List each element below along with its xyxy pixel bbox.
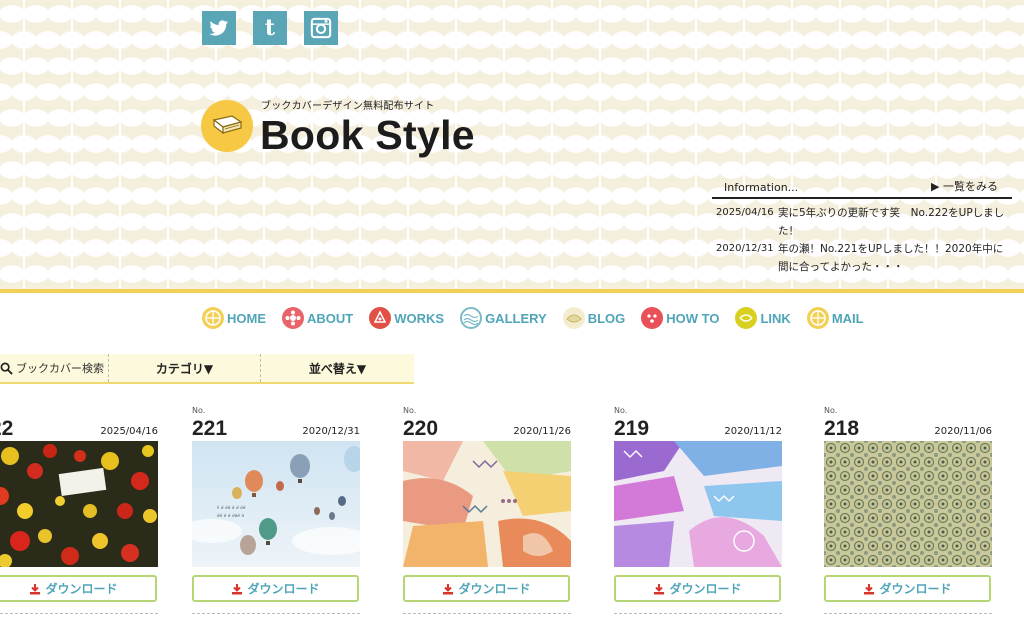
header-border (0, 289, 1024, 293)
nav-mail-label: MAIL (831, 310, 864, 326)
cover-card: No. 219 2020/11/12 ダウンロード (614, 406, 782, 614)
main-nav: HOME ABOUT WORKS GALLERY BLOG HOW TO LIN… (202, 307, 880, 329)
card-no-label (0, 406, 158, 416)
cover-thumbnail[interactable] (403, 441, 571, 567)
download-icon (443, 583, 454, 594)
works-icon (369, 307, 392, 329)
svg-text:∂∂ ∂ ∂ ∂∂∂ ∂: ∂∂ ∂ ∂ ∂∂∂ ∂ (217, 513, 244, 519)
blog-icon (562, 307, 585, 329)
card-date: 2020/11/12 (724, 426, 782, 437)
cover-thumbnail[interactable] (614, 441, 782, 567)
mail-icon (806, 307, 829, 329)
instagram-icon[interactable] (304, 11, 338, 45)
download-button[interactable]: ダウンロード (0, 575, 157, 602)
information-box: Information... ▶ 一覧をみる 2025/04/16 実に5年ぶり… (712, 178, 1012, 276)
information-item[interactable]: 2020/12/31 年の瀬！No.221をUPしました！！2020年中に間に合… (712, 240, 1012, 276)
nav-howto-label: HOW TO (666, 310, 720, 326)
nav-about-label: ABOUT (307, 310, 354, 326)
cover-card: No. 218 2020/11/06 ダウンロード (824, 406, 992, 614)
nav-home[interactable]: HOME (202, 307, 266, 329)
howto-icon (641, 307, 664, 329)
card-number: 221 (192, 417, 228, 440)
card-number: 219 (614, 417, 650, 440)
twitter-icon[interactable] (202, 11, 236, 45)
download-button[interactable]: ダウンロード (403, 575, 570, 602)
link-icon (735, 307, 758, 329)
nav-works[interactable]: WORKS (369, 307, 444, 329)
download-button[interactable]: ダウンロード (192, 575, 359, 602)
download-button[interactable]: ダウンロード (824, 575, 991, 602)
information-item[interactable]: 2025/04/16 実に5年ぶりの更新です笑 No.222をUPしました！ (712, 204, 1012, 240)
cover-search-label: ブックカバー検索 (16, 362, 104, 375)
card-date: 2025/04/16 (100, 426, 158, 437)
cover-search-button[interactable]: ブックカバー検索 (0, 354, 108, 382)
information-heading: Information... (724, 181, 799, 194)
nav-mail[interactable]: MAIL (806, 307, 864, 329)
card-divider (192, 613, 360, 614)
card-divider (824, 613, 992, 614)
card-date: 2020/11/06 (934, 426, 992, 437)
card-no-label: No. (403, 406, 417, 415)
information-header: Information... ▶ 一覧をみる (712, 178, 1012, 199)
card-divider (614, 613, 782, 614)
information-text: 年の瀬！No.221をUPしました！！2020年中に間に合ってよかった・・・ (778, 243, 1004, 273)
nav-gallery-label: GALLERY (485, 310, 547, 326)
cover-card: No. 221 2020/12/31 ℓ ∂ ∂∂ ∂ ∂ ∂∂ ∂∂ ∂ ∂ … (192, 406, 360, 614)
download-icon (654, 583, 665, 594)
social-links: t (202, 11, 338, 45)
card-no-label: No. (192, 406, 206, 415)
download-button[interactable]: ダウンロード (614, 575, 781, 602)
download-label: ダウンロード (458, 582, 531, 596)
cover-thumbnail[interactable] (0, 441, 158, 567)
card-number: 22 (0, 417, 14, 440)
card-no-label: No. (824, 406, 838, 415)
nav-howto[interactable]: HOW TO (641, 307, 719, 329)
sort-dropdown[interactable]: 並べ替え▼ (260, 354, 414, 382)
card-number: 218 (824, 417, 860, 440)
nav-gallery[interactable]: GALLERY (460, 307, 547, 329)
download-icon (30, 583, 41, 594)
svg-text:ℓ ∂ ∂∂ ∂ ∂ ∂∂: ℓ ∂ ∂∂ ∂ ∂ ∂∂ (217, 505, 246, 511)
nav-link-label: LINK (760, 310, 791, 326)
tumblr-icon[interactable]: t (253, 11, 287, 45)
filter-bar: ブックカバー検索 カテゴリ▼ 並べ替え▼ (0, 354, 414, 384)
search-icon (0, 362, 13, 375)
card-divider (0, 613, 158, 614)
nav-works-label: WORKS (394, 310, 445, 326)
card-no-label: No. (614, 406, 628, 415)
card-date: 2020/12/31 (302, 426, 360, 437)
download-label: ダウンロード (669, 582, 742, 596)
cover-thumbnail[interactable] (824, 441, 992, 567)
information-text: 実に5年ぶりの更新です笑 No.222をUPしました！ (778, 207, 1005, 237)
information-date: 2025/04/16 (716, 207, 774, 218)
download-icon (232, 583, 243, 594)
nav-about[interactable]: ABOUT (282, 307, 353, 329)
download-icon (864, 583, 875, 594)
download-label: ダウンロード (45, 582, 118, 596)
view-all-link[interactable]: ▶ 一覧をみる (931, 178, 998, 194)
cover-card: 22 2025/04/16 ダウンロード (0, 406, 158, 614)
download-label: ダウンロード (879, 582, 952, 596)
cover-thumbnail[interactable]: ℓ ∂ ∂∂ ∂ ∂ ∂∂ ∂∂ ∂ ∂ ∂∂∂ ∂ (192, 441, 360, 567)
gallery-icon (460, 307, 483, 329)
card-divider (403, 613, 571, 614)
site-tagline: ブックカバーデザイン無料配布サイト (261, 101, 435, 112)
book-logo-icon[interactable] (201, 100, 253, 152)
nav-blog-label: BLOG (587, 310, 626, 326)
nav-blog[interactable]: BLOG (562, 307, 626, 329)
home-icon (202, 307, 224, 329)
card-number: 220 (403, 417, 439, 440)
information-date: 2020/12/31 (716, 243, 774, 254)
information-list: 2025/04/16 実に5年ぶりの更新です笑 No.222をUPしました！ 2… (712, 204, 1012, 276)
card-date: 2020/11/26 (513, 426, 571, 437)
about-icon (282, 307, 304, 329)
nav-link[interactable]: LINK (735, 307, 791, 329)
nav-home-label: HOME (227, 310, 266, 326)
site-title[interactable]: Book Style (260, 112, 475, 159)
cover-card: No. 220 2020/11/26 ダウンロード (403, 406, 571, 614)
category-dropdown[interactable]: カテゴリ▼ (108, 354, 260, 382)
download-label: ダウンロード (247, 582, 320, 596)
